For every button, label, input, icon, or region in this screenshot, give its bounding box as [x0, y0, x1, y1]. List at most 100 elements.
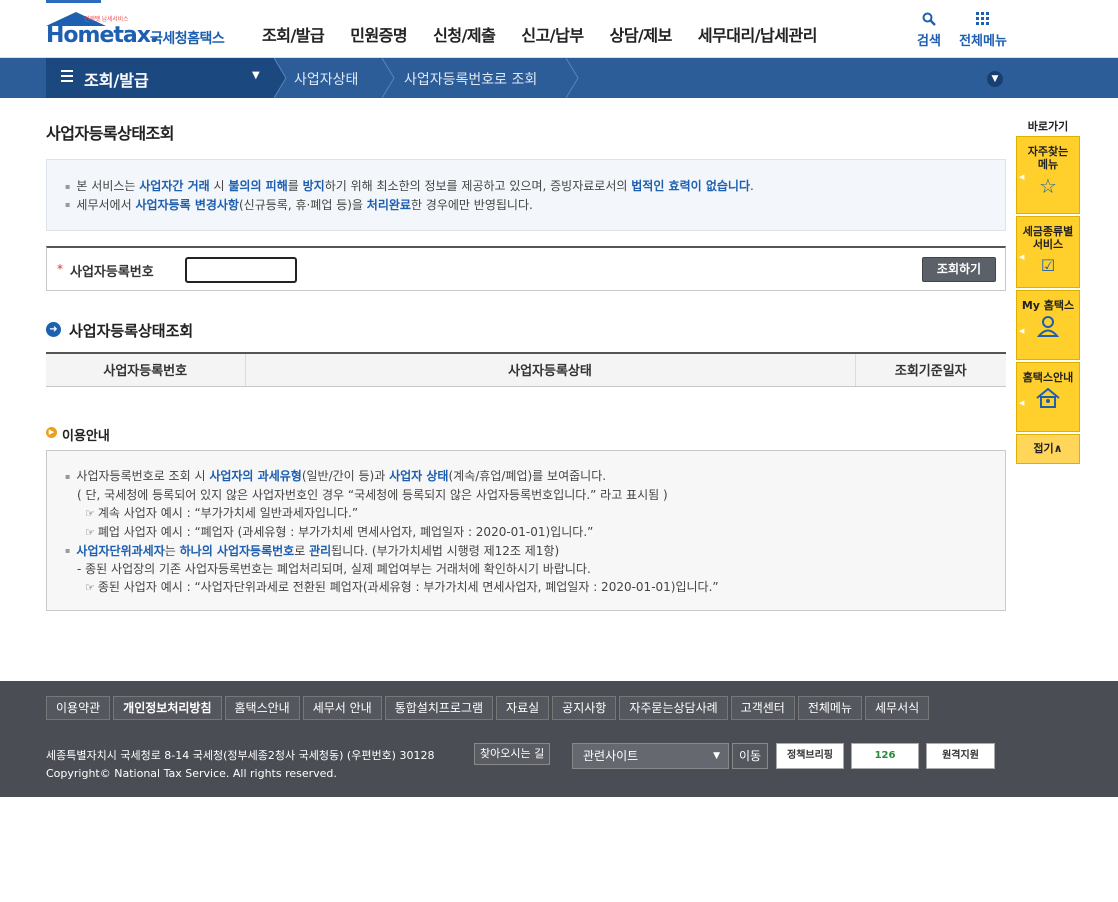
quick-menu: 바로가기 ◀ 자주찾는 메뉴 ☆ ◀ 세금종류별 서비스 ☑ ◀ My 홈택스 … — [1016, 118, 1080, 464]
footer-link-allmenu[interactable]: 전체메뉴 — [797, 696, 863, 720]
bizno-label: 사업자등록번호 — [70, 265, 154, 280]
info-bullet-icon: ▶ — [46, 427, 57, 438]
footer-link-hometax-guide[interactable]: 홈택스안내 — [224, 696, 300, 720]
gnb-item-report-payment[interactable]: 신고/납부 — [521, 22, 584, 46]
hamburger-icon — [61, 70, 73, 82]
gnb-item-application[interactable]: 신청/제출 — [433, 22, 496, 46]
footer-link-faq[interactable]: 자주묻는상담사례 — [619, 696, 728, 720]
quick-item-tax-services[interactable]: ◀ 세금종류별 서비스 ☑ — [1016, 216, 1080, 288]
subnav-expand-icon[interactable]: ▼ — [987, 71, 1003, 87]
guide-line-4: ☞ 폐업 사업자 예시 : “폐업자 (과세유형 : 부가가치세 면세사업자, 폐… — [85, 524, 594, 539]
gnb-item-tax-agent[interactable]: 세무대리/납세관리 — [698, 22, 818, 46]
pointing-hand-icon: ☞ — [85, 581, 95, 594]
pointing-hand-icon: ☞ — [85, 506, 95, 520]
footer-link-tax-office[interactable]: 세무서 안내 — [302, 696, 382, 720]
related-sites-value: 관련사이트 — [583, 749, 639, 763]
result-table: 사업자등록번호 사업자등록상태 조회기준일자 — [46, 352, 1006, 387]
checkbox-icon: ☑ — [1040, 256, 1056, 275]
search-form: * 사업자등록번호 조회하기 — [46, 246, 1006, 291]
col-header-status: 사업자등록상태 — [244, 352, 855, 387]
triangle-left-icon: ◀ — [1019, 253, 1025, 261]
site-footer: 이용약관 개인정보처리방침 홈택스안내 세무서 안내 통합설치프로그램 자료실 … — [0, 681, 1118, 797]
required-mark: * — [57, 262, 63, 276]
hometax-logo[interactable]: 언제쨋 납세서비스 Hometax. 국세청홈택스 — [46, 10, 231, 52]
quick-menu-title: 바로가기 — [1027, 120, 1069, 133]
guide-line-2: ( 단, 국세청에 등록되어 있지 않은 사업자번호인 경우 “국세청에 등록되… — [77, 487, 668, 502]
subnav-menu-dropdown[interactable] — [46, 58, 274, 98]
guide-line-7: ☞ 종된 사업자 예시 : “사업자단위과세로 전환된 폐업자(과세유형 : 부가… — [85, 580, 719, 594]
gnb-item-consult[interactable]: 상담/제보 — [610, 22, 673, 46]
logo-wordmark: Hometax. — [46, 23, 158, 48]
breadcrumb-bizno-lookup[interactable]: 사업자등록번호로 조회 — [404, 69, 537, 89]
call-126-banner[interactable]: 126 — [851, 743, 919, 769]
caret-down-icon: ▼ — [252, 70, 260, 81]
quick-item-label: 홈택스안내 — [1022, 371, 1074, 384]
footer-link-tax-forms[interactable]: 세무서식 — [865, 696, 930, 720]
logo-subtitle: 언제쨋 납세서비스 — [84, 16, 129, 23]
house-icon — [1017, 387, 1079, 414]
footer-link-archive[interactable]: 자료실 — [496, 696, 550, 720]
bizno-input[interactable] — [185, 257, 297, 283]
triangle-left-icon: ◀ — [1019, 327, 1025, 335]
quick-fold-button[interactable]: 접기∧ — [1016, 434, 1080, 464]
breadcrumb-business-status[interactable]: 사업자상태 — [294, 69, 358, 89]
quick-item-hometax-guide[interactable]: ◀ 홈택스안내 — [1016, 362, 1080, 432]
sub-navigation: 조회/발급 ▼ 사업자상태 사업자등록번호로 조회 ▼ — [0, 58, 1118, 98]
header-allmenu-button[interactable]: 전체메뉴 — [955, 12, 1011, 49]
guide-line-5: 사업자단위과세자는 하나의 사업자등록번호로 관리됩니다. (부가가치세법 시행… — [65, 542, 987, 561]
directions-button[interactable]: 찾아오시는 길 — [474, 743, 551, 765]
caret-down-icon: ▼ — [713, 751, 720, 761]
quick-item-favorites[interactable]: ◀ 자주찾는 메뉴 ☆ — [1016, 136, 1080, 214]
arrow-circle-icon: ➜ — [46, 322, 61, 337]
breadcrumb-separator-icon — [274, 58, 287, 98]
breadcrumb-separator-icon — [566, 58, 579, 98]
gnb-item-inquiry[interactable]: 조회/발급 — [262, 22, 325, 46]
guide-line-1: 사업자등록번호로 조회 시 사업자의 과세유형(일반/간이 등)과 사업자 상태… — [65, 467, 987, 486]
notice-line-1: 본 서비스는 사업자간 거래 시 불의의 피해를 방지하기 위해 최소한의 정보… — [65, 177, 987, 196]
page-title: 사업자등록상태조회 — [46, 124, 174, 143]
header-search-button[interactable]: 검색 — [912, 12, 946, 49]
grid-icon — [955, 12, 1011, 30]
footer-link-privacy[interactable]: 개인정보처리방침 — [113, 696, 222, 720]
guide-heading: 이용안내 — [62, 429, 110, 444]
breadcrumb-separator-icon — [382, 58, 395, 98]
logo-korean-name: 국세청홈택스 — [150, 31, 225, 47]
star-icon: ☆ — [1039, 174, 1057, 198]
result-section-heading: 사업자등록상태조회 — [69, 322, 194, 340]
guide-box: 사업자등록번호로 조회 시 사업자의 과세유형(일반/간이 등)과 사업자 상태… — [46, 450, 1006, 611]
pointing-hand-icon: ☞ — [85, 525, 95, 539]
site-header: 언제쨋 납세서비스 Hometax. 국세청홈택스 조회/발급 민원증명 신청/… — [0, 0, 1118, 58]
footer-links: 이용약관 개인정보처리방침 홈택스안내 세무서 안내 통합설치프로그램 자료실 … — [46, 696, 932, 720]
top-accent-bar — [46, 0, 101, 3]
col-header-bizno: 사업자등록번호 — [46, 352, 245, 387]
global-nav: 조회/발급 민원증명 신청/제출 신고/납부 상담/제보 세무대리/납세관리 — [262, 22, 843, 46]
gnb-item-certificate[interactable]: 민원증명 — [350, 22, 407, 46]
search-icon — [912, 12, 946, 30]
footer-link-terms[interactable]: 이용약관 — [46, 696, 111, 720]
quick-item-label: 세금종류별 서비스 — [1022, 225, 1074, 251]
allmenu-label: 전체메뉴 — [959, 34, 1007, 49]
footer-link-notice[interactable]: 공지사항 — [552, 696, 617, 720]
policy-briefing-banner[interactable]: 정책브리핑 — [776, 743, 844, 769]
col-header-date: 조회기준일자 — [854, 352, 1006, 387]
notice-line-2: 세무서에서 사업자등록 변경사항(신규등록, 휴·폐업 등)을 처리완료한 경우… — [65, 196, 987, 215]
quick-item-label: 자주찾는 메뉴 — [1027, 145, 1069, 171]
query-button[interactable]: 조회하기 — [922, 257, 996, 282]
go-button[interactable]: 이동 — [732, 743, 768, 769]
subnav-title: 조회/발급 — [84, 71, 149, 90]
footer-copyright: Copyright© National Tax Service. All rig… — [46, 767, 337, 780]
remote-support-banner[interactable]: 원격지원 — [926, 743, 995, 769]
footer-link-customer-center[interactable]: 고객센터 — [730, 696, 795, 720]
footer-link-installer[interactable]: 통합설치프로그램 — [384, 696, 494, 720]
quick-item-my-hometax[interactable]: ◀ My 홈택스 — [1016, 290, 1080, 360]
user-icon — [1017, 315, 1079, 342]
quick-item-label: My 홈택스 — [1021, 299, 1075, 312]
footer-address: 세종특별자치시 국세청로 8-14 국세청(정부세종2청사 국세청동) (우편번… — [46, 749, 435, 762]
triangle-left-icon: ◀ — [1019, 173, 1025, 181]
search-label: 검색 — [917, 34, 941, 49]
guide-line-3: ☞ 계속 사업자 예시 : “부가가치세 일반과세자입니다.” — [85, 505, 359, 520]
notice-box: 본 서비스는 사업자간 거래 시 불의의 피해를 방지하기 위해 최소한의 정보… — [46, 159, 1006, 231]
guide-line-6: - 종된 사업장의 기존 사업자등록번호는 폐업처리되며, 실제 폐업여부는 거… — [77, 562, 591, 576]
triangle-left-icon: ◀ — [1019, 399, 1025, 407]
related-sites-select[interactable]: 관련사이트 ▼ — [572, 743, 729, 769]
